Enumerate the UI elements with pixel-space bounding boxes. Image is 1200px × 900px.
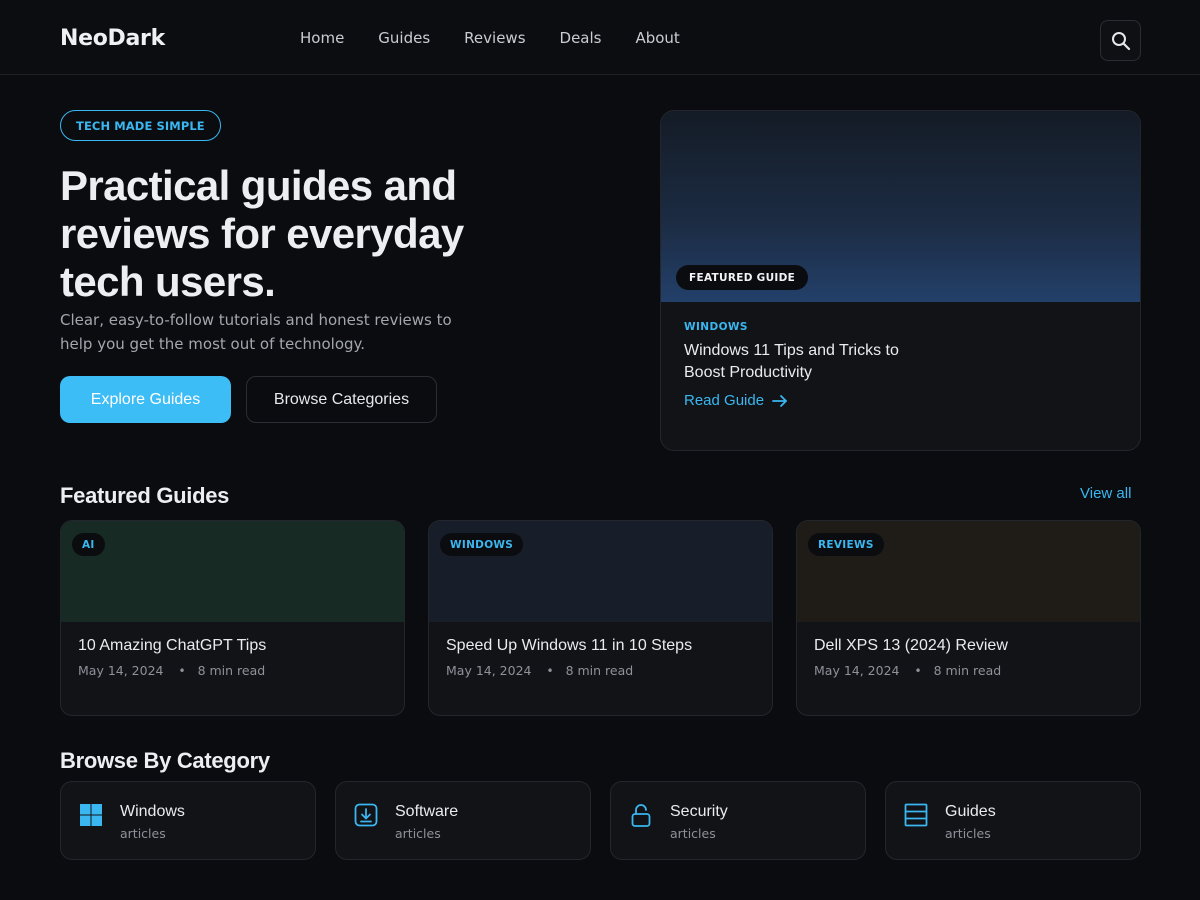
guide-title: 10 Amazing ChatGPT Tips bbox=[78, 637, 267, 654]
guide-read-time: 8 min read bbox=[933, 663, 1002, 678]
arrow-right-icon bbox=[772, 394, 787, 407]
featured-guides-heading: Featured Guides bbox=[60, 483, 230, 508]
download-icon bbox=[354, 803, 378, 827]
guide-card[interactable]: REVIEWS Dell XPS 13 (2024) Review May 14… bbox=[796, 520, 1141, 716]
guide-card[interactable]: WINDOWS Speed Up Windows 11 in 10 Steps … bbox=[428, 520, 773, 716]
featured-guide-badge: FEATURED GUIDE bbox=[676, 265, 809, 290]
main-nav: Home Guides Reviews Deals About bbox=[300, 29, 714, 47]
tagline-pill: TECH MADE SIMPLE bbox=[60, 110, 221, 141]
category-subtitle: articles bbox=[670, 826, 716, 841]
nav-link-deals[interactable]: Deals bbox=[560, 29, 602, 47]
browse-by-category-heading: Browse By Category bbox=[60, 748, 270, 773]
hero-subtitle: Clear, easy-to-follow tutorials and hone… bbox=[60, 311, 452, 353]
nav-link-guides[interactable]: Guides bbox=[378, 29, 430, 47]
hero-title: Practical guides and reviews for everyda… bbox=[60, 162, 464, 305]
category-subtitle: articles bbox=[945, 826, 991, 841]
guide-category-badge: AI bbox=[72, 533, 105, 556]
category-card-guides[interactable]: Guides articles bbox=[885, 781, 1141, 860]
read-guide-label: Read Guide bbox=[684, 392, 765, 409]
brand-logo[interactable]: NeoDark bbox=[60, 26, 165, 51]
category-card-windows[interactable]: Windows articles bbox=[60, 781, 316, 860]
guide-read-time: 8 min read bbox=[197, 663, 266, 678]
nav-link-reviews[interactable]: Reviews bbox=[464, 29, 525, 47]
guide-image bbox=[61, 521, 404, 622]
featured-guide-title: Windows 11 Tips and Tricks to Boost Prod… bbox=[684, 342, 899, 381]
meta-separator: • bbox=[178, 663, 186, 678]
guide-date: May 14, 2024 bbox=[814, 663, 900, 678]
guide-meta: May 14, 2024 • 8 min read bbox=[814, 663, 1001, 678]
read-guide-link[interactable]: Read Guide bbox=[684, 392, 788, 409]
guide-date: May 14, 2024 bbox=[78, 663, 164, 678]
category-card-software[interactable]: Software articles bbox=[335, 781, 591, 860]
search-icon bbox=[1111, 31, 1130, 50]
guide-meta: May 14, 2024 • 8 min read bbox=[446, 663, 633, 678]
guide-date: May 14, 2024 bbox=[446, 663, 532, 678]
featured-guide-card[interactable]: FEATURED GUIDE WINDOWS Windows 11 Tips a… bbox=[660, 110, 1141, 451]
explore-guides-button[interactable]: Explore Guides bbox=[60, 376, 231, 423]
category-name: Software bbox=[395, 803, 459, 820]
category-card-security[interactable]: Security articles bbox=[610, 781, 866, 860]
browse-categories-button[interactable]: Browse Categories bbox=[246, 376, 437, 423]
category-name: Security bbox=[670, 803, 728, 820]
nav-link-home[interactable]: Home bbox=[300, 29, 344, 47]
search-button[interactable] bbox=[1100, 20, 1141, 61]
featured-guide-category: WINDOWS bbox=[684, 321, 748, 333]
category-subtitle: articles bbox=[395, 826, 441, 841]
category-subtitle: articles bbox=[120, 826, 166, 841]
guide-category-badge: REVIEWS bbox=[808, 533, 884, 556]
guide-title: Dell XPS 13 (2024) Review bbox=[814, 637, 1008, 654]
lock-icon bbox=[631, 804, 651, 827]
guide-card[interactable]: AI 10 Amazing ChatGPT Tips May 14, 2024 … bbox=[60, 520, 405, 716]
guide-read-time: 8 min read bbox=[565, 663, 634, 678]
category-name: Guides bbox=[945, 803, 996, 820]
meta-separator: • bbox=[914, 663, 922, 678]
category-name: Windows bbox=[120, 803, 185, 820]
nav-link-about[interactable]: About bbox=[635, 29, 679, 47]
list-icon bbox=[904, 803, 928, 827]
view-all-link[interactable]: View all bbox=[1080, 485, 1131, 502]
windows-icon bbox=[80, 804, 102, 826]
guide-meta: May 14, 2024 • 8 min read bbox=[78, 663, 265, 678]
guide-title: Speed Up Windows 11 in 10 Steps bbox=[446, 637, 693, 654]
site-header: NeoDark Home Guides Reviews Deals About bbox=[0, 0, 1200, 75]
guide-category-badge: WINDOWS bbox=[440, 533, 524, 556]
meta-separator: • bbox=[546, 663, 554, 678]
